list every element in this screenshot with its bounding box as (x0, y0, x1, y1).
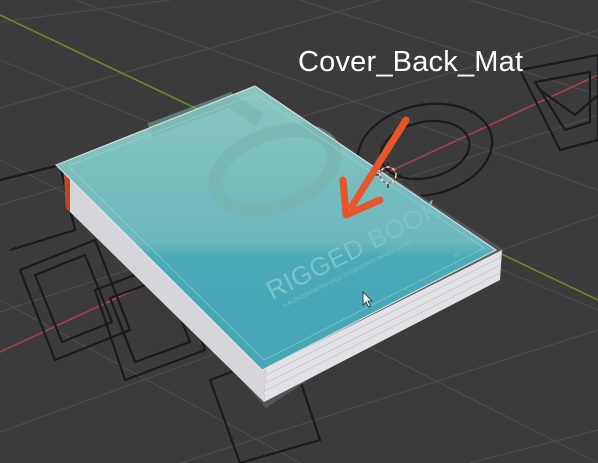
3d-viewport[interactable]: RIGGED BOOK A BLENDER ADDON USED TO GENE… (0, 0, 598, 463)
material-annotation-label: Cover_Back_Mat (298, 46, 524, 78)
